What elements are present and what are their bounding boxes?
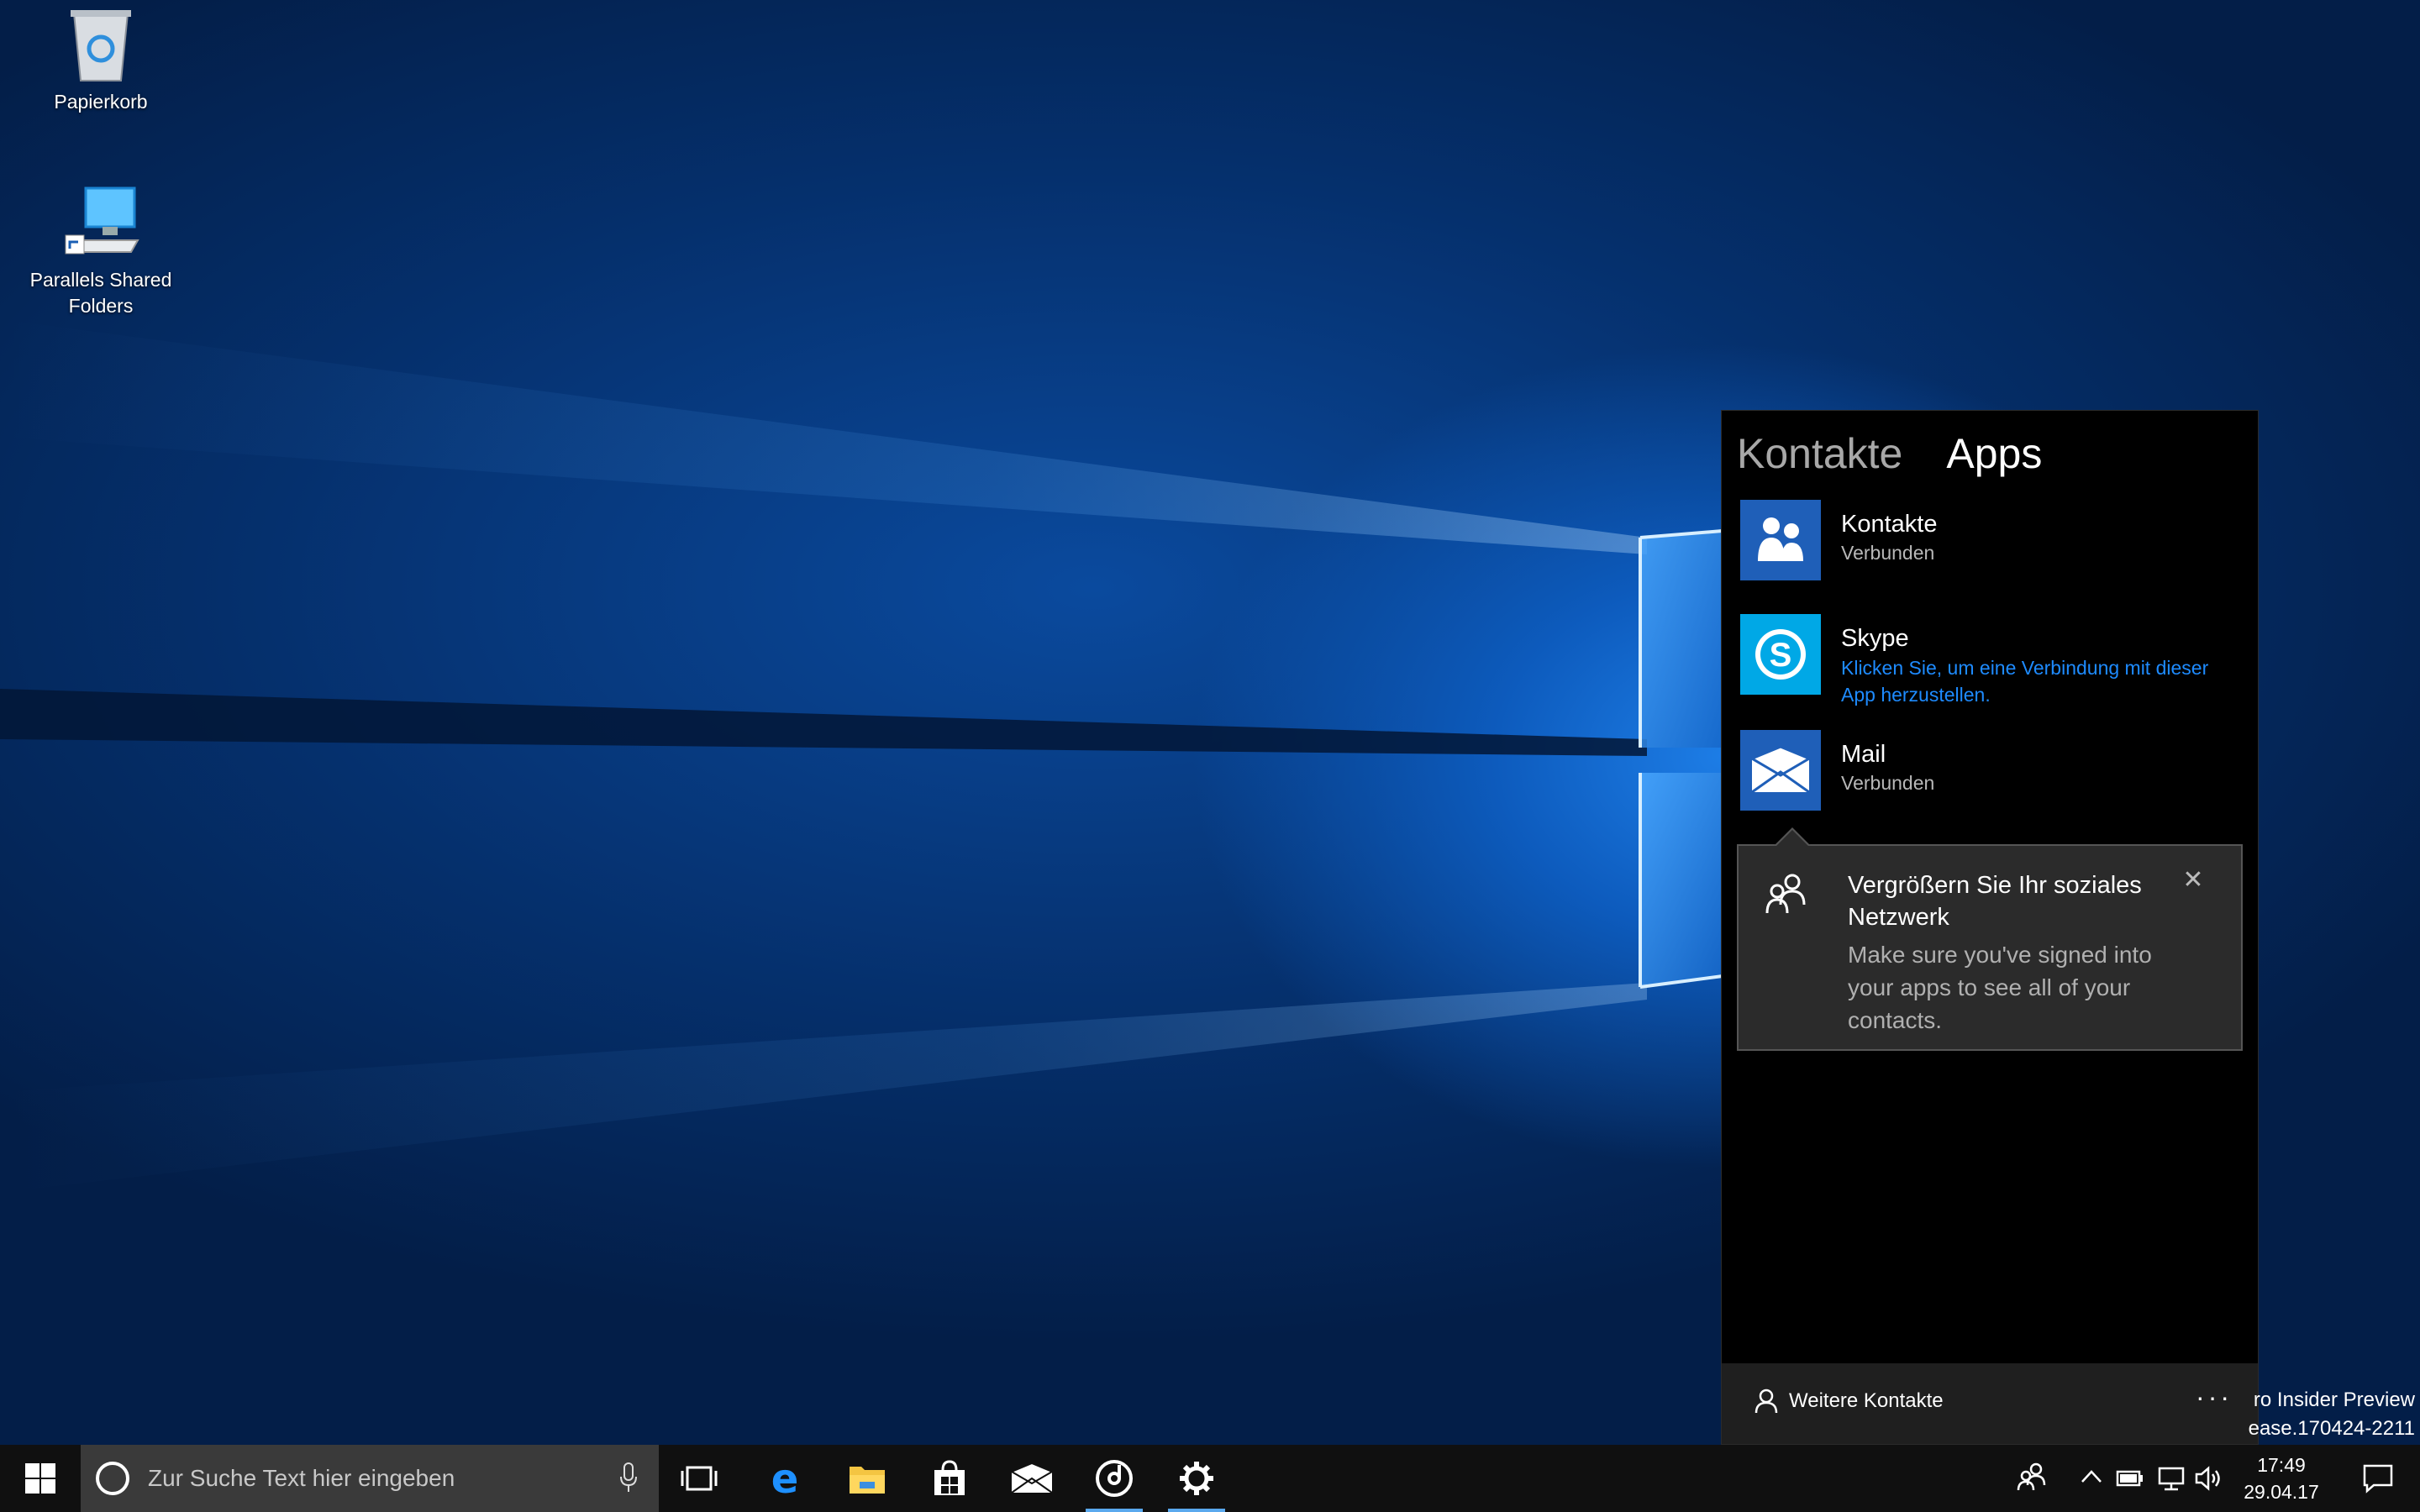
mail-icon xyxy=(1011,1463,1053,1494)
edge-icon: e xyxy=(771,1459,799,1498)
task-view-button[interactable] xyxy=(659,1445,739,1512)
svg-text:e: e xyxy=(771,1459,799,1498)
taskbar: Zur Suche Text hier eingeben e 17:49 29.… xyxy=(0,1445,2420,1512)
desktop-icon-parallels-shared-folders[interactable]: Parallels Shared Folders xyxy=(17,185,185,319)
settings-button[interactable] xyxy=(1156,1445,1237,1512)
mail-icon xyxy=(1740,730,1821,811)
search-input[interactable]: Zur Suche Text hier eingeben xyxy=(148,1465,455,1492)
watermark-line-1: ro Insider Preview xyxy=(2253,1389,2415,1411)
mail-button[interactable] xyxy=(992,1445,1072,1512)
app-row-skype[interactable]: S Skype Klicken Sie, um eine Verbindung … xyxy=(1740,614,2228,708)
social-network-tip: Vergrößern Sie Ihr soziales Netzwerk Mak… xyxy=(1737,827,2243,1051)
more-options-icon[interactable]: ··· xyxy=(2196,1382,2233,1413)
store-button[interactable] xyxy=(909,1445,990,1512)
close-icon[interactable]: ✕ xyxy=(2181,868,2206,893)
start-button[interactable] xyxy=(0,1445,81,1512)
tab-apps[interactable]: Apps xyxy=(1946,429,2042,478)
settings-icon xyxy=(1180,1462,1213,1495)
task-view-icon xyxy=(681,1466,718,1491)
flyout-footer: Weitere Kontakte ··· xyxy=(1722,1363,2258,1444)
desktop-icon-recycle-bin[interactable]: Papierkorb xyxy=(17,7,185,115)
microphone-icon[interactable] xyxy=(618,1462,639,1495)
edge-button[interactable]: e xyxy=(744,1445,825,1512)
store-icon xyxy=(934,1460,965,1495)
people-icon xyxy=(1740,500,1821,580)
chevron-up-icon[interactable] xyxy=(2081,1468,2102,1485)
watermark-line-2: ease.170424-2211 xyxy=(2248,1417,2415,1440)
more-contacts-button[interactable]: Weitere Kontakte xyxy=(1754,1389,1944,1414)
more-contacts-label: Weitere Kontakte xyxy=(1789,1389,1944,1412)
app-row-mail[interactable]: Mail Verbunden xyxy=(1740,730,1934,811)
people-tray-icon[interactable] xyxy=(2017,1462,2047,1492)
file-explorer-button[interactable] xyxy=(827,1445,908,1512)
people-tabs: Kontakte Apps xyxy=(1737,429,2042,478)
skype-icon: S xyxy=(1740,614,1821,695)
system-clock[interactable]: 17:49 29.04.17 xyxy=(2218,1452,2344,1505)
battery-icon[interactable] xyxy=(2114,1467,2144,1490)
app-status: Verbunden xyxy=(1841,772,1935,794)
search-box[interactable]: Zur Suche Text hier eingeben xyxy=(81,1445,659,1512)
tip-arrow-inner xyxy=(1776,830,1809,847)
windows-logo-icon xyxy=(25,1463,55,1494)
clock-date: 29.04.17 xyxy=(2244,1481,2319,1503)
people-flyout: Kontakte Apps Kontakte Verbunden S Skype… xyxy=(1721,410,2259,1445)
shared-folders-icon xyxy=(65,186,139,255)
recycle-bin-icon xyxy=(71,10,131,81)
network-icon[interactable] xyxy=(2156,1465,2186,1492)
desktop-icon-label: Papierkorb xyxy=(54,91,148,113)
person-icon xyxy=(1754,1389,1778,1414)
tip-body: Make sure you've signed into your apps t… xyxy=(1848,942,2152,1033)
svg-text:S: S xyxy=(1770,637,1792,674)
groove-music-icon xyxy=(1096,1460,1133,1497)
cortana-icon xyxy=(96,1462,129,1495)
action-center-button[interactable] xyxy=(2344,1445,2412,1512)
file-explorer-icon xyxy=(850,1467,885,1494)
clock-time: 17:49 xyxy=(2257,1454,2306,1476)
app-row-kontakte[interactable]: Kontakte Verbunden xyxy=(1740,500,1937,580)
app-status: Verbunden xyxy=(1841,542,1935,564)
people-outline-icon xyxy=(1765,874,1806,914)
groove-music-button[interactable] xyxy=(1074,1445,1155,1512)
app-name: Kontakte xyxy=(1841,511,1938,538)
app-name: Mail xyxy=(1841,741,1886,768)
desktop-icon-label: Parallels Shared Folders xyxy=(29,269,172,317)
tab-kontakte[interactable]: Kontakte xyxy=(1737,429,1902,478)
skype-connect-link[interactable]: Klicken Sie, um eine Verbindung mit dies… xyxy=(1841,654,2228,708)
app-name: Skype xyxy=(1841,625,1909,652)
tip-title: Vergrößern Sie Ihr soziales Netzwerk xyxy=(1848,872,2142,931)
notification-icon xyxy=(2363,1464,2393,1494)
build-watermark: ro Insider Preview ease.170424-2211 xyxy=(2249,1386,2415,1443)
